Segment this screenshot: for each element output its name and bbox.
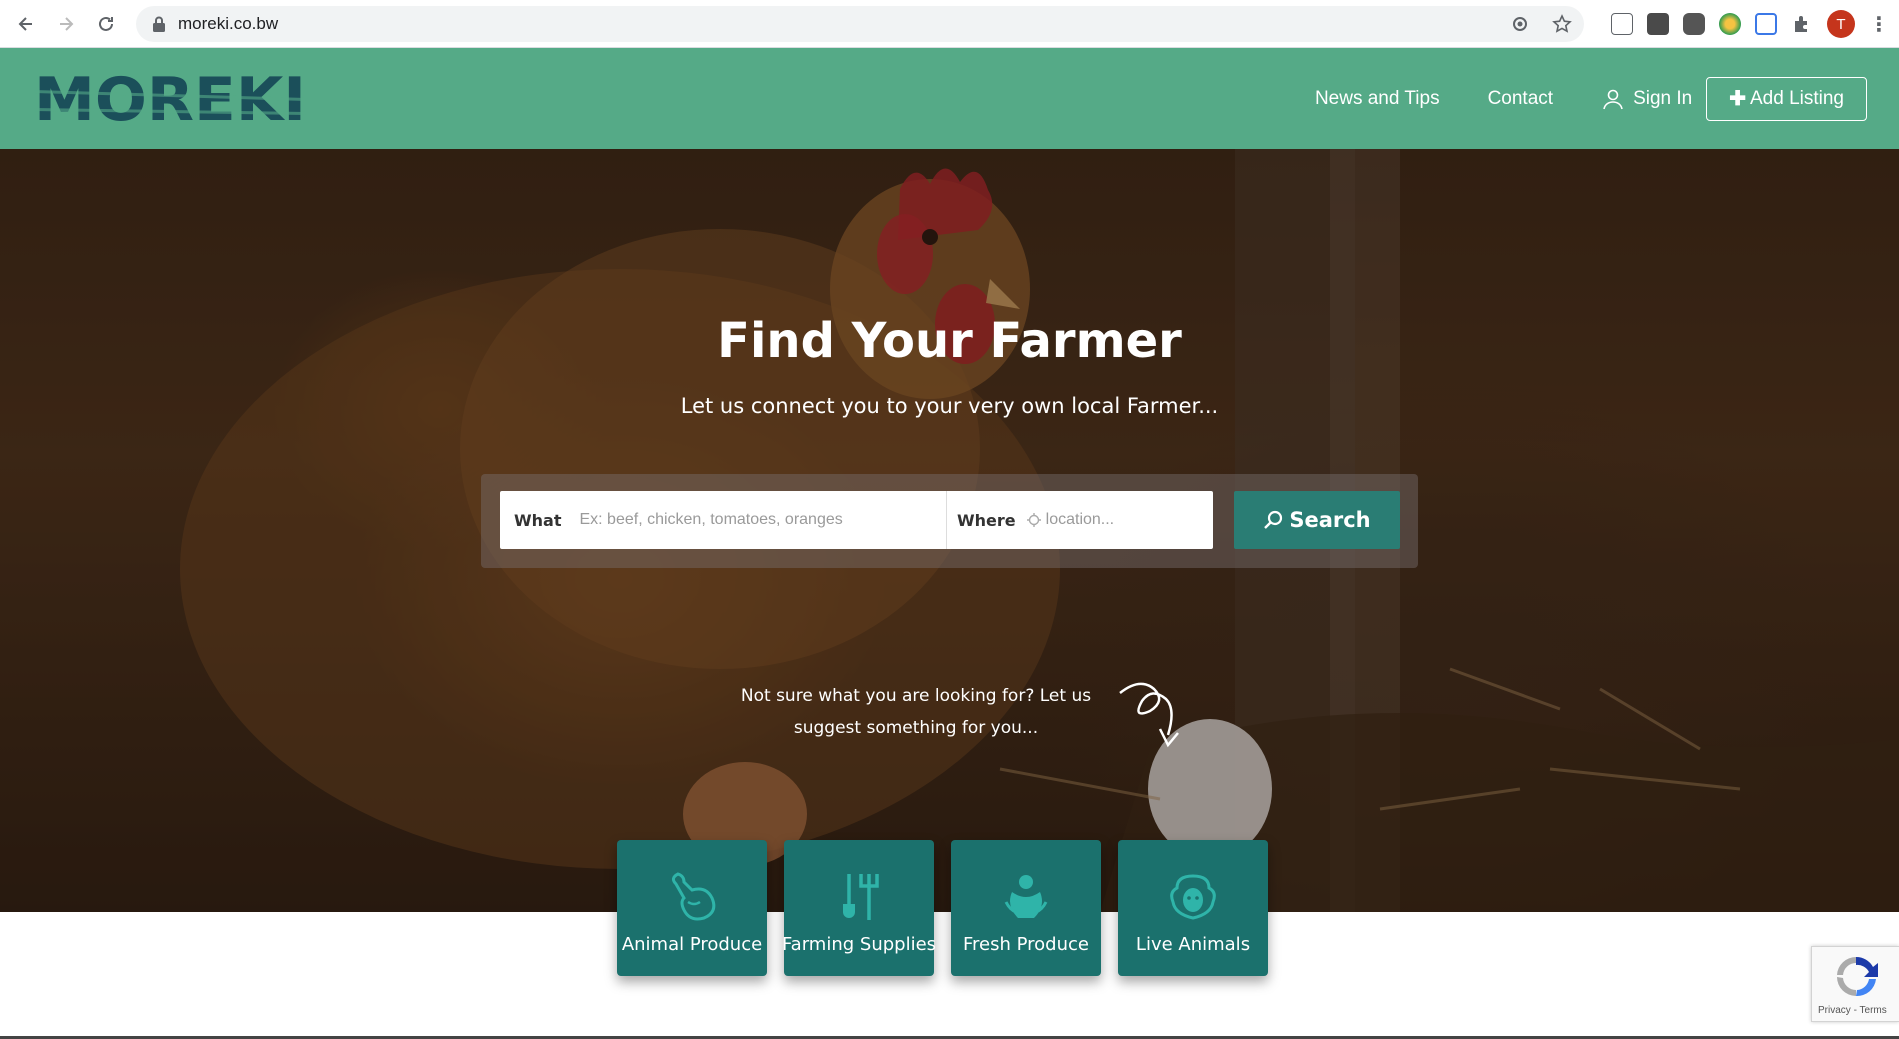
recaptcha-terms-link[interactable]: Terms bbox=[1860, 1005, 1887, 1016]
reload-icon[interactable] bbox=[86, 4, 126, 44]
nav-contact[interactable]: Contact bbox=[1488, 88, 1553, 110]
chicken-leg-icon bbox=[671, 872, 716, 921]
where-input[interactable] bbox=[1045, 511, 1196, 529]
add-listing-label: Add Listing bbox=[1749, 87, 1844, 109]
location-crosshair-icon[interactable] bbox=[1026, 512, 1042, 528]
lock-icon bbox=[153, 16, 165, 32]
category-label: Fresh Produce bbox=[963, 934, 1089, 955]
search-fields: What Where bbox=[500, 491, 1213, 549]
sheep-icon bbox=[1170, 874, 1216, 920]
bookmark-star-icon[interactable] bbox=[1552, 14, 1572, 34]
where-field: Where bbox=[947, 491, 1213, 549]
location-target-icon[interactable] bbox=[1510, 14, 1530, 34]
category-label: Live Animals bbox=[1135, 934, 1251, 955]
search-button-label: Search bbox=[1289, 508, 1371, 532]
plus-icon: ✚ bbox=[1729, 88, 1746, 110]
site-header: MOREKI News and Tips Contact Sign In ✚ A… bbox=[0, 48, 1899, 149]
extension-pocket-icon[interactable] bbox=[1647, 13, 1669, 35]
what-input[interactable] bbox=[579, 511, 880, 529]
search-form: What Where Search bbox=[481, 474, 1418, 568]
category-live-animals[interactable]: Live Animals bbox=[1118, 840, 1268, 976]
vegetables-icon bbox=[1004, 875, 1048, 918]
category-label: Farming Supplies bbox=[781, 934, 937, 955]
moreki-logo[interactable]: MOREKI bbox=[34, 68, 306, 128]
add-listing-button[interactable]: ✚ Add Listing bbox=[1706, 76, 1867, 121]
what-label: What bbox=[514, 510, 562, 530]
category-farming-supplies[interactable]: Farming Supplies bbox=[781, 840, 937, 976]
nav-news-tips[interactable]: News and Tips bbox=[1315, 88, 1440, 110]
extension-globe-icon[interactable] bbox=[1719, 13, 1741, 35]
hero-subtitle: Let us connect you to your very own loca… bbox=[680, 394, 1219, 418]
category-label: Animal Produce bbox=[621, 934, 763, 955]
browser-menu-icon[interactable]: ⋮ bbox=[1869, 14, 1889, 34]
sign-in-link[interactable]: Sign In bbox=[1601, 87, 1692, 111]
recaptcha-icon bbox=[1837, 956, 1878, 997]
search-button[interactable]: Search bbox=[1234, 491, 1400, 549]
search-icon bbox=[1264, 510, 1283, 529]
extension-video-icon[interactable] bbox=[1683, 13, 1705, 35]
category-fresh-produce[interactable]: Fresh Produce bbox=[951, 840, 1101, 976]
profile-avatar[interactable]: T bbox=[1827, 10, 1855, 38]
extension-sidebar-icon[interactable] bbox=[1755, 13, 1777, 35]
url-text: moreki.co.bw bbox=[178, 14, 279, 33]
category-list: Animal Produce Farming Supplies Fresh Pr… bbox=[617, 840, 1268, 976]
recaptcha-privacy-link[interactable]: Privacy bbox=[1818, 1005, 1851, 1016]
back-icon[interactable] bbox=[6, 4, 46, 44]
where-label: Where bbox=[957, 510, 1016, 530]
forward-icon[interactable] bbox=[46, 4, 86, 44]
extensions-puzzle-icon[interactable] bbox=[1791, 13, 1813, 35]
swirl-arrow-icon bbox=[1119, 682, 1179, 748]
user-icon bbox=[1603, 89, 1623, 109]
hero-title: Find Your Farmer bbox=[717, 313, 1182, 369]
address-bar[interactable]: moreki.co.bw bbox=[136, 6, 1584, 42]
recaptcha-badge[interactable]: Privacy - Terms bbox=[1811, 946, 1899, 1022]
suggest-text: Not sure what you are looking for? Let u… bbox=[740, 686, 1092, 738]
extension-reader-icon[interactable] bbox=[1611, 13, 1633, 35]
sign-in-label: Sign In bbox=[1633, 87, 1693, 109]
farm-tools-icon bbox=[843, 874, 879, 920]
what-field: What bbox=[500, 491, 947, 549]
browser-toolbar: moreki.co.bw T ⋮ bbox=[0, 0, 1899, 48]
hero-section: Find Your Farmer Let us connect you to y… bbox=[0, 149, 1899, 912]
category-animal-produce[interactable]: Animal Produce bbox=[617, 840, 767, 976]
